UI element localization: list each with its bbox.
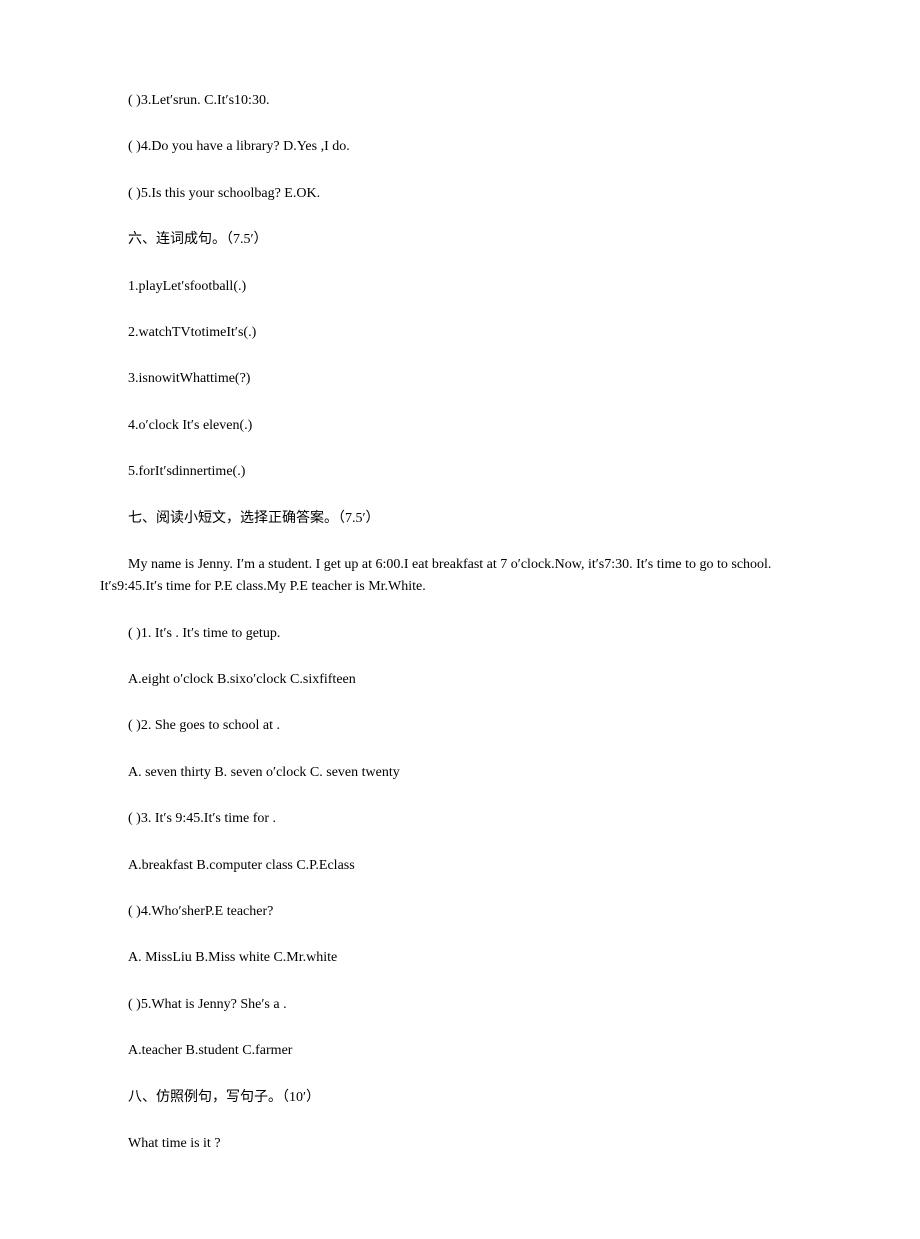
section-6-q3: 3.isnowitWhattime(?) xyxy=(100,368,820,390)
document-page: ( )3.Let′srun. C.It′s10:30. ( )4.Do you … xyxy=(0,0,920,1239)
section-6-q5: 5.forIt′sdinnertime(.) xyxy=(100,461,820,483)
section-7-q2: ( )2. She goes to school at . xyxy=(100,715,820,737)
section-6-q2: 2.watchTVtotimeIt′s(.) xyxy=(100,322,820,344)
section-7-q5: ( )5.What is Jenny? She′s a . xyxy=(100,994,820,1016)
section-6-q4: 4.o′clock It′s eleven(.) xyxy=(100,415,820,437)
section-7-q3-options: A.breakfast B.computer class C.P.Eclass xyxy=(100,855,820,877)
section-7-q1-options: A.eight o′clock B.sixo′clock C.sixfiftee… xyxy=(100,669,820,691)
matching-q3: ( )3.Let′srun. C.It′s10:30. xyxy=(100,90,820,112)
section-7-q4: ( )4.Who′sherP.E teacher? xyxy=(100,901,820,923)
reading-passage: My name is Jenny. I′m a student. I get u… xyxy=(100,554,820,599)
matching-q5: ( )5.Is this your schoolbag? E.OK. xyxy=(100,183,820,205)
section-7-heading: 七、阅读小短文，选择正确答案。（7.5′） xyxy=(100,508,820,530)
section-7-q1: ( )1. It′s . It′s time to getup. xyxy=(100,623,820,645)
section-7-q2-options: A. seven thirty B. seven o′clock C. seve… xyxy=(100,762,820,784)
section-8-example: What time is it ? xyxy=(100,1133,820,1155)
section-7-q5-options: A.teacher B.student C.farmer xyxy=(100,1040,820,1062)
section-6-heading: 六、连词成句。（7.5′） xyxy=(100,229,820,251)
section-8-heading: 八、仿照例句，写句子。（10′） xyxy=(100,1087,820,1109)
section-7-q3: ( )3. It′s 9:45.It′s time for . xyxy=(100,808,820,830)
matching-q4: ( )4.Do you have a library? D.Yes ,I do. xyxy=(100,136,820,158)
section-7-q4-options: A. MissLiu B.Miss white C.Mr.white xyxy=(100,947,820,969)
section-6-q1: 1.playLet′sfootball(.) xyxy=(100,276,820,298)
